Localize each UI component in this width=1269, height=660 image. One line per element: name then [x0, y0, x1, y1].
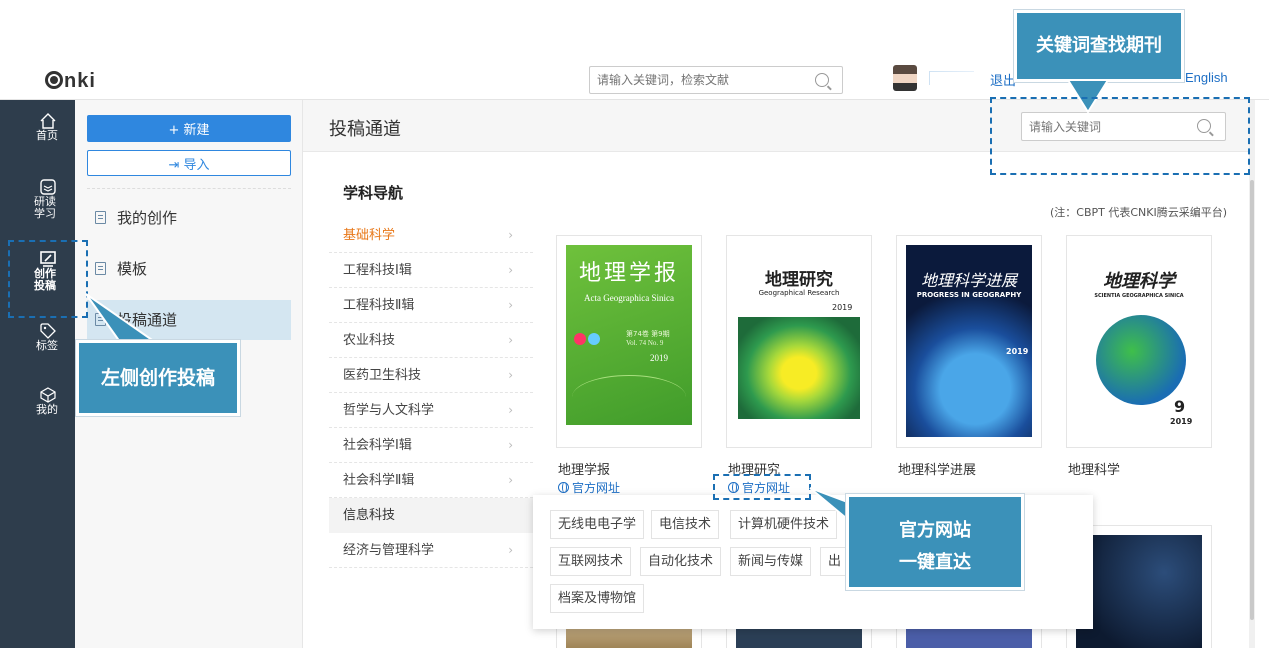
- category-item[interactable]: 医药卫生科技 ›: [329, 358, 533, 393]
- cbpt-note: (注：CBPT 代表CNKI腾云采编平台): [1049, 206, 1227, 219]
- avatar[interactable]: [893, 65, 917, 91]
- category-item[interactable]: 社会科学Ⅰ辑 ›: [329, 428, 533, 463]
- chevron-right-icon: ›: [508, 473, 513, 487]
- icon-nav: 首页 研读学习 创作投稿 标签 我的: [0, 100, 75, 648]
- subcategory-tag[interactable]: 自动化技术: [640, 547, 722, 576]
- chevron-right-icon: ›: [508, 438, 513, 452]
- subcategory-tag[interactable]: 互联网技术: [550, 547, 632, 576]
- cover-dot: [588, 333, 600, 345]
- global-search: [589, 66, 843, 94]
- highlight-box-official-site: [713, 474, 811, 500]
- nav-item-mine[interactable]: 我的: [0, 386, 75, 416]
- sidebar-item-template[interactable]: 模板: [87, 249, 291, 289]
- cnki-logo[interactable]: nki: [45, 70, 96, 93]
- journal-card[interactable]: 地理科学 SCIENTIA GEOGRAPHICA SINICA 9 2019: [1066, 235, 1212, 448]
- subject-nav-heading: 学科导航: [343, 184, 404, 202]
- chevron-right-icon: ›: [508, 403, 513, 417]
- category-item[interactable]: 哲学与人文科学 ›: [329, 393, 533, 428]
- nav-item-home[interactable]: 首页: [0, 112, 75, 142]
- category-item[interactable]: 基础科学 ›: [329, 218, 533, 253]
- highlight-box-keyword-search: [990, 97, 1250, 175]
- category-item-hovered[interactable]: 信息科技: [329, 498, 533, 533]
- globe-icon: [558, 482, 569, 493]
- chevron-right-icon: ›: [508, 333, 513, 347]
- global-search-input[interactable]: [590, 67, 800, 93]
- subcategory-tag[interactable]: 无线电电子学: [550, 510, 645, 539]
- category-item[interactable]: 农业科技 ›: [329, 323, 533, 358]
- new-button[interactable]: + 新建: [87, 115, 291, 142]
- chevron-right-icon: ›: [508, 298, 513, 312]
- divider: [87, 188, 291, 189]
- category-item[interactable]: 工程科技Ⅰ辑 ›: [329, 253, 533, 288]
- nav-item-tags[interactable]: 标签: [0, 322, 75, 352]
- journal-name[interactable]: 地理科学进展: [898, 459, 976, 478]
- journal-name[interactable]: 地理科学: [1068, 459, 1120, 478]
- language-english-link[interactable]: English: [1185, 70, 1228, 85]
- logout-link[interactable]: 退出: [990, 70, 1016, 89]
- journal-card[interactable]: 地理学报 Acta Geographica Sinica 第74卷 第9期 Vo…: [556, 235, 702, 448]
- sidebar-item-my-creation[interactable]: 我的创作: [87, 198, 291, 238]
- search-icon[interactable]: [815, 73, 829, 87]
- subcategory-tag[interactable]: 电信技术: [651, 510, 720, 539]
- subject-category-list: 基础科学 › 工程科技Ⅰ辑 › 工程科技Ⅱ辑 › 农业科技 › 医药卫生科技 › 哲学与人…: [329, 218, 533, 568]
- cube-icon: [40, 387, 56, 403]
- annotation-official-site: 官方网站 一键直达: [846, 494, 1024, 590]
- category-item[interactable]: 工程科技Ⅱ辑 ›: [329, 288, 533, 323]
- home-icon: [40, 113, 56, 129]
- globe-graphic: [1096, 315, 1186, 405]
- logo-ring-icon: [45, 71, 63, 89]
- category-item[interactable]: 社会科学Ⅱ辑 ›: [329, 463, 533, 498]
- annotation-top-right: 关键词查找期刊: [1014, 10, 1184, 82]
- layers-icon: [40, 179, 56, 195]
- journal-cover: 地理科学 SCIENTIA GEOGRAPHICA SINICA 9 2019: [1076, 245, 1202, 437]
- main-content: 投稿通道 (注：CBPT 代表CNKI腾云采编平台) 学科导航 基础科学› 工程…: [303, 100, 1249, 655]
- journal-card[interactable]: 地理研究 Geographical Research 2019: [726, 235, 872, 448]
- chevron-right-icon: ›: [508, 228, 513, 242]
- highlight-box-create-nav: [8, 240, 88, 318]
- chevron-right-icon: ›: [508, 368, 513, 382]
- nav-item-study[interactable]: 研读学习: [0, 178, 75, 220]
- import-button[interactable]: ⇥ 导入: [87, 150, 291, 176]
- chevron-right-icon: ›: [508, 543, 513, 557]
- document-icon: [95, 211, 106, 224]
- journal-card[interactable]: 地理科学进展 PROGRESS IN GEOGRAPHY 2019: [896, 235, 1042, 448]
- scrollbar[interactable]: [1249, 100, 1255, 648]
- category-item[interactable]: 经济与管理科学 ›: [329, 533, 533, 568]
- subcategory-tag[interactable]: 新闻与传媒: [730, 547, 812, 576]
- official-site-link[interactable]: 官方网址: [558, 479, 620, 496]
- subcategory-tag[interactable]: 出: [820, 547, 850, 576]
- chevron-right-icon: ›: [508, 263, 513, 277]
- annotation-left: 左侧创作投稿: [76, 340, 240, 416]
- journal-name[interactable]: 地理学报: [558, 459, 610, 478]
- import-icon: ⇥: [168, 157, 184, 173]
- cover-dot: [574, 333, 586, 345]
- scrollbar-thumb[interactable]: [1250, 180, 1254, 620]
- subcategory-tag[interactable]: 档案及博物馆: [550, 584, 645, 613]
- journal-cover: 地理学报 Acta Geographica Sinica 第74卷 第9期 Vo…: [566, 245, 692, 437]
- tag-icon: [40, 323, 56, 339]
- world-map-graphic: [738, 317, 860, 419]
- journal-cover: 地理科学进展 PROGRESS IN GEOGRAPHY 2019: [906, 245, 1032, 437]
- page-title: 投稿通道: [329, 119, 401, 140]
- template-icon: [95, 262, 106, 275]
- journal-cover: 地理研究 Geographical Research 2019: [736, 245, 862, 437]
